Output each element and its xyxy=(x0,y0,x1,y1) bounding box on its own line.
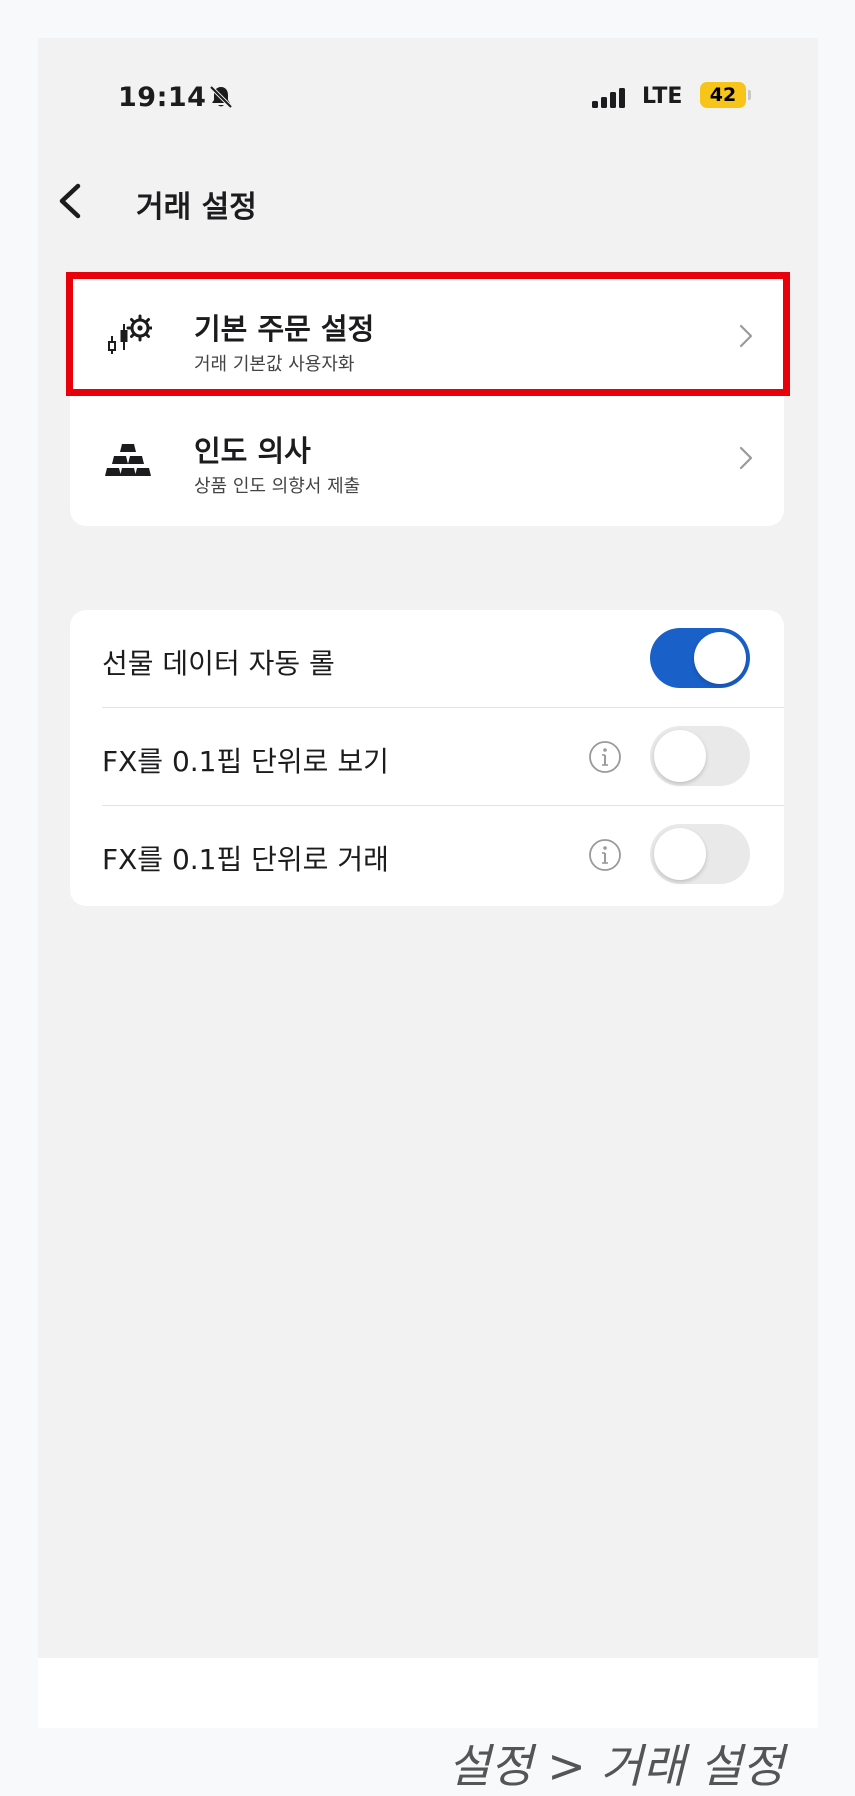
fx-pip-view-switch[interactable] xyxy=(650,726,750,786)
futures-auto-roll-switch[interactable] xyxy=(650,628,750,688)
home-indicator-area xyxy=(38,1658,818,1728)
bell-muted-icon xyxy=(209,85,233,109)
back-chevron-icon[interactable] xyxy=(50,178,90,224)
caption: 설정 > 거래 설정 xyxy=(448,1739,785,1793)
switch-knob xyxy=(694,632,746,684)
toggle-card: 선물 데이터 자동 롤 FX를 0.1핍 단위로 보기 FX를 0.1핍 단위로… xyxy=(70,610,784,906)
status-time: 19:14 xyxy=(118,82,207,113)
gold-bars-icon xyxy=(105,444,151,476)
toggle-row-fx-pip-view: FX를 0.1핍 단위로 보기 xyxy=(70,708,784,806)
toggle-label: FX를 0.1핍 단위로 보기 xyxy=(102,745,389,778)
toggle-label: FX를 0.1핍 단위로 거래 xyxy=(102,843,389,876)
switch-knob xyxy=(654,828,706,880)
page-title: 거래 설정 xyxy=(136,190,257,225)
menu-item-delivery-intent[interactable]: 인도 의사 상품 인도 의향서 제출 xyxy=(70,398,784,522)
battery-indicator: 42 xyxy=(700,82,746,108)
menu-card: 기본 주문 설정 거래 기본값 사용자화 인도 의사 상품 인도 의향서 제출 xyxy=(70,272,784,526)
menu-item-subtitle: 상품 인도 의향서 제출 xyxy=(194,476,361,497)
menu-item-title: 인도 의사 xyxy=(194,434,311,468)
candlestick-gear-icon xyxy=(108,314,152,354)
menu-item-title: 기본 주문 설정 xyxy=(194,312,375,346)
signal-icon xyxy=(592,88,625,108)
phone-screen: 19:14 LTE 42 거래 설정 기본 주문 설정 거래 기본값 사용자화 … xyxy=(38,38,818,1658)
toggle-label: 선물 데이터 자동 롤 xyxy=(102,647,335,680)
menu-item-subtitle: 거래 기본값 사용자화 xyxy=(194,354,355,375)
navigation-bar: 거래 설정 xyxy=(38,156,818,246)
status-bar: 19:14 LTE 42 xyxy=(38,38,818,138)
fx-pip-trade-switch[interactable] xyxy=(650,824,750,884)
info-icon[interactable] xyxy=(588,740,622,774)
toggle-row-fx-pip-trade: FX를 0.1핍 단위로 거래 xyxy=(70,806,784,904)
network-label: LTE xyxy=(642,84,683,109)
menu-item-default-order-settings[interactable]: 기본 주문 설정 거래 기본값 사용자화 xyxy=(70,276,784,400)
battery-tip xyxy=(748,90,751,100)
info-icon[interactable] xyxy=(588,838,622,872)
switch-knob xyxy=(654,730,706,782)
chevron-right-icon xyxy=(739,324,753,348)
chevron-right-icon xyxy=(739,446,753,470)
toggle-row-futures-auto-roll: 선물 데이터 자동 롤 xyxy=(70,610,784,708)
